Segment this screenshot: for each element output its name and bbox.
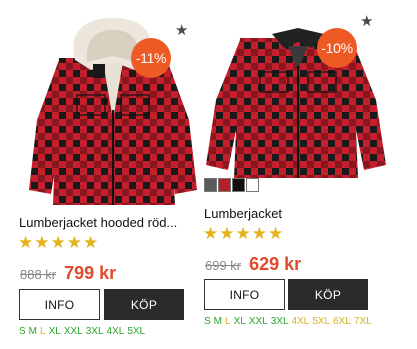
rating-stars: ★ ★ ★ ★ ★ bbox=[203, 225, 283, 242]
size-option: M bbox=[213, 316, 223, 327]
size-option: L bbox=[40, 326, 46, 337]
size-option: XL bbox=[233, 316, 246, 327]
star-icon: ★ bbox=[18, 233, 34, 252]
color-swatch[interactable] bbox=[218, 178, 231, 192]
color-swatches bbox=[204, 178, 259, 192]
old-price: 699 kr bbox=[205, 258, 242, 273]
star-icon: ★ bbox=[50, 233, 66, 252]
buy-button[interactable]: KÖP bbox=[104, 289, 184, 320]
rating-stars: ★ ★ ★ ★ ★ bbox=[18, 234, 98, 251]
star-icon: ★ bbox=[83, 233, 99, 252]
color-swatch[interactable] bbox=[204, 178, 217, 192]
star-icon: ★ bbox=[203, 224, 219, 243]
size-option: L bbox=[225, 316, 231, 327]
sale-price: 799 kr bbox=[64, 263, 117, 283]
star-icon: ★ bbox=[268, 224, 284, 243]
star-icon: ★ bbox=[66, 233, 82, 252]
info-button[interactable]: INFO bbox=[204, 279, 285, 310]
star-icon: ★ bbox=[251, 224, 267, 243]
size-option: XXL bbox=[63, 326, 83, 337]
star-icon: ★ bbox=[34, 233, 50, 252]
old-price: 888 kr bbox=[20, 267, 57, 282]
product-card[interactable]: ★ -10% Lumberjacket ★ ★ ★ ★ ★ 699 kr 629… bbox=[202, 0, 392, 327]
size-option: M bbox=[28, 326, 38, 337]
product-title[interactable]: Lumberjacket bbox=[204, 206, 374, 221]
product-title[interactable]: Lumberjacket hooded röd... bbox=[19, 215, 189, 230]
favorite-star-icon[interactable]: ★ bbox=[360, 14, 373, 29]
info-button[interactable]: INFO bbox=[19, 289, 100, 320]
color-swatch[interactable] bbox=[232, 178, 245, 192]
size-option: S bbox=[19, 326, 26, 337]
star-icon: ★ bbox=[235, 224, 251, 243]
size-option: 7XL bbox=[353, 316, 372, 327]
sale-price: 629 kr bbox=[249, 254, 302, 274]
size-option: XXL bbox=[248, 316, 268, 327]
size-option: 3XL bbox=[85, 326, 104, 337]
star-icon: ★ bbox=[219, 224, 235, 243]
discount-badge: -11% bbox=[131, 38, 171, 78]
size-option: XL bbox=[48, 326, 61, 337]
size-option: S bbox=[204, 316, 211, 327]
size-option: 3XL bbox=[270, 316, 289, 327]
product-grid: ★ -11% Lumberjacket hooded röd... ★ ★ ★ … bbox=[0, 0, 417, 349]
product-card[interactable]: ★ -11% Lumberjacket hooded röd... ★ ★ ★ … bbox=[17, 0, 207, 337]
size-option: 6XL bbox=[333, 316, 351, 327]
product-image[interactable]: ★ -11% bbox=[17, 0, 207, 210]
size-option: 4XL bbox=[106, 326, 125, 337]
product-image[interactable]: ★ -10% bbox=[202, 0, 392, 210]
size-list: S M L XL XXL 3XL 4XL 5XL bbox=[19, 325, 189, 339]
favorite-star-icon[interactable]: ★ bbox=[175, 23, 188, 38]
discount-badge: -10% bbox=[317, 28, 357, 68]
size-option: 4XL bbox=[291, 316, 310, 327]
buy-button[interactable]: KÖP bbox=[288, 279, 368, 310]
size-option: 5XL bbox=[312, 316, 331, 327]
price-block: 699 kr 629 kr bbox=[205, 254, 301, 275]
size-option: 5XL bbox=[127, 326, 146, 337]
color-swatch[interactable] bbox=[246, 178, 259, 192]
price-block: 888 kr 799 kr bbox=[20, 263, 116, 284]
size-list: S M L XL XXL 3XL 4XL 5XL 6XL 7XL bbox=[204, 315, 374, 329]
